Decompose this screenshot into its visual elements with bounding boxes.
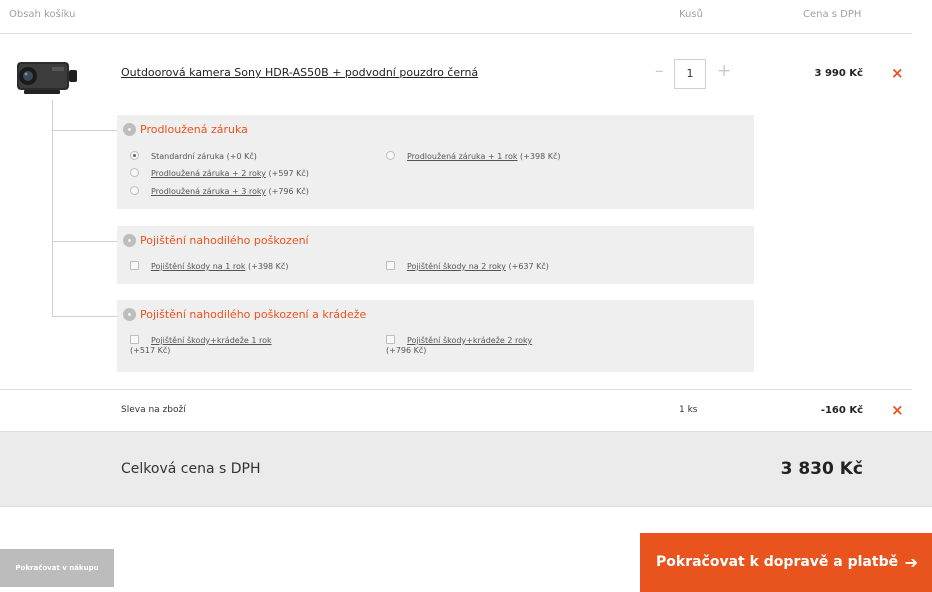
product-name-link[interactable]: Outdoorová kamera Sony HDR-AS50B + podvo… [121, 66, 478, 79]
checkbox[interactable] [386, 335, 395, 344]
warranty-option[interactable]: Prodloužená záruka + 2 roky (+597 Kč) [130, 168, 309, 179]
theft-insurance-panel: Pojištění nahodilého poškození a krádeže… [117, 300, 754, 372]
tree-branch [52, 130, 117, 131]
price-header: Cena s DPH [803, 9, 862, 20]
damage-insurance-option[interactable]: Pojištění škody na 2 roky (+637 Kč) [386, 261, 549, 272]
warranty-option[interactable]: Prodloužená záruka + 3 roky (+796 Kč) [130, 186, 309, 197]
tree-connector [52, 100, 53, 316]
checkbox[interactable] [386, 261, 395, 270]
quantity-decrease-button[interactable]: – [655, 62, 664, 80]
product-price: 3 990 Kč [814, 68, 863, 79]
continue-checkout-label: Pokračovat k dopravě a platbě [656, 554, 899, 570]
continue-shopping-button[interactable]: Pokračovat v nákupu [0, 549, 114, 587]
radio-button[interactable] [130, 168, 139, 177]
radio-button[interactable] [386, 151, 395, 160]
total-price: 3 830 Kč [780, 459, 863, 479]
gear-icon [123, 234, 136, 247]
theft-insurance-option[interactable]: Pojištění škody+krádeže 2 roky (+796 Kč) [386, 335, 532, 356]
discount-label: Sleva na zboží [121, 405, 186, 415]
theft-insurance-title: Pojištění nahodilého poškození a krádeže [123, 308, 366, 321]
total-label: Celková cena s DPH [121, 461, 261, 477]
checkbox[interactable] [130, 261, 139, 270]
header-divider [0, 33, 912, 34]
damage-insurance-title: Pojištění nahodilého poškození [123, 234, 309, 247]
arrow-right-icon: ➔ [904, 553, 918, 572]
gear-icon [123, 308, 136, 321]
discount-divider [0, 389, 912, 390]
radio-button[interactable] [130, 186, 139, 195]
checkbox[interactable] [130, 335, 139, 344]
radio-button[interactable] [130, 151, 139, 160]
continue-checkout-button[interactable]: Pokračovat k dopravě a platbě ➔ [640, 533, 932, 592]
quantity-increase-button[interactable]: + [717, 62, 731, 80]
warranty-title: Prodloužená záruka [123, 123, 248, 136]
cart-contents-header: Obsah košíku [9, 9, 76, 20]
discount-quantity: 1 ks [679, 405, 698, 415]
remove-product-icon[interactable]: × [891, 66, 904, 81]
tree-branch [52, 316, 117, 317]
tree-branch [52, 241, 117, 242]
warranty-option[interactable]: Prodloužená záruka + 1 rok (+398 Kč) [386, 151, 560, 162]
gear-icon [123, 123, 136, 136]
quantity-header: Kusů [679, 9, 703, 20]
discount-price: -160 Kč [820, 405, 863, 416]
warranty-option[interactable]: Standardní záruka (+0 Kč) [130, 151, 257, 162]
product-image[interactable] [14, 56, 80, 98]
remove-discount-icon[interactable]: × [891, 403, 904, 418]
theft-insurance-option[interactable]: Pojištění škody+krádeže 1 rok (+517 Kč) [130, 335, 272, 356]
damage-insurance-option[interactable]: Pojištění škody na 1 rok (+398 Kč) [130, 261, 288, 272]
warranty-panel: Prodloužená záruka Standardní záruka (+0… [117, 115, 754, 209]
quantity-input[interactable]: 1 [674, 59, 706, 89]
damage-insurance-panel: Pojištění nahodilého poškození Pojištění… [117, 226, 754, 284]
